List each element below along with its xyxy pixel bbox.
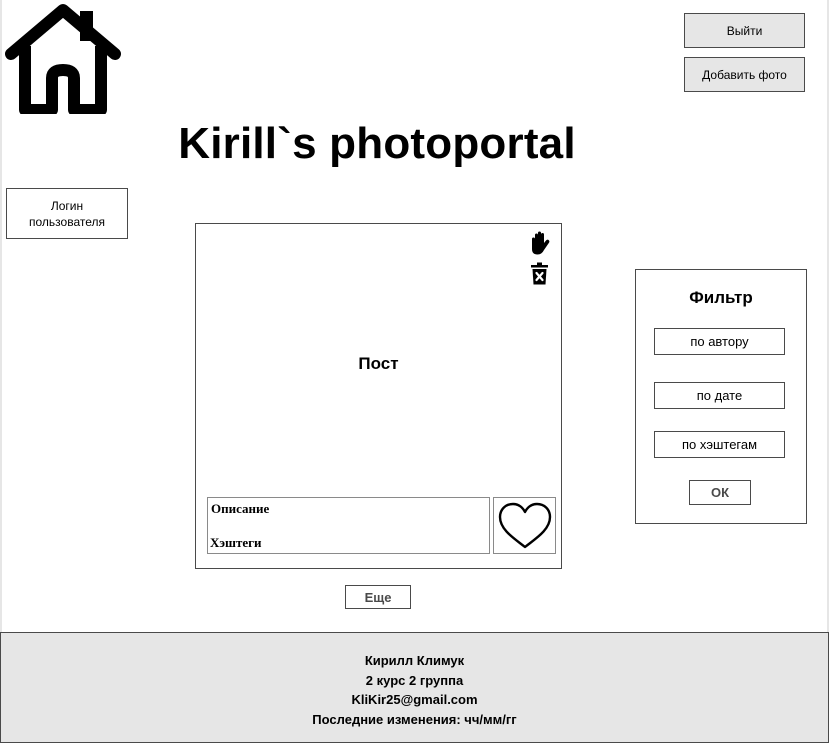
like-button[interactable] — [493, 497, 556, 554]
description-label: Описание — [211, 501, 270, 516]
add-photo-button[interactable]: Добавить фото — [684, 57, 805, 92]
logout-button[interactable]: Выйти — [684, 13, 805, 48]
hashtags-label: Хэштеги — [210, 535, 262, 550]
home-icon[interactable] — [5, 2, 121, 114]
footer-email: KliKir25@gmail.com — [351, 692, 478, 707]
hand-icon[interactable] — [529, 231, 551, 255]
filter-by-hashtags-button[interactable]: по хэштегам — [654, 431, 785, 458]
user-login-label: Логин пользователя — [29, 198, 105, 229]
filter-by-date-button[interactable]: по дате — [654, 382, 785, 409]
filter-title: Фильтр — [689, 288, 753, 307]
trash-icon[interactable] — [530, 262, 549, 285]
filter-by-author-button[interactable]: по автору — [654, 328, 785, 355]
post-description-box: Описание Хэштеги — [207, 497, 490, 554]
filter-ok-button[interactable]: ОК — [689, 480, 751, 505]
post-card: Пост Описание Хэштеги — [195, 223, 562, 569]
filter-panel: Фильтр по автору по дате по хэштегам ОК — [635, 269, 807, 524]
left-frame-border — [0, 0, 2, 632]
footer-last-modified: Последние изменения: чч/мм/гг — [312, 711, 517, 727]
footer: Кирилл Климук 2 курс 2 группа KliKir25@g… — [0, 632, 829, 743]
footer-author-name: Кирилл Климук — [364, 653, 465, 668]
user-login-button[interactable]: Логин пользователя — [6, 188, 128, 239]
load-more-button[interactable]: Еще — [345, 585, 411, 609]
footer-course: 2 курс 2 группа — [365, 672, 464, 688]
post-title: Пост — [358, 354, 399, 373]
page-title: Kirill`s photoportal — [178, 119, 576, 168]
heart-icon — [498, 502, 552, 549]
